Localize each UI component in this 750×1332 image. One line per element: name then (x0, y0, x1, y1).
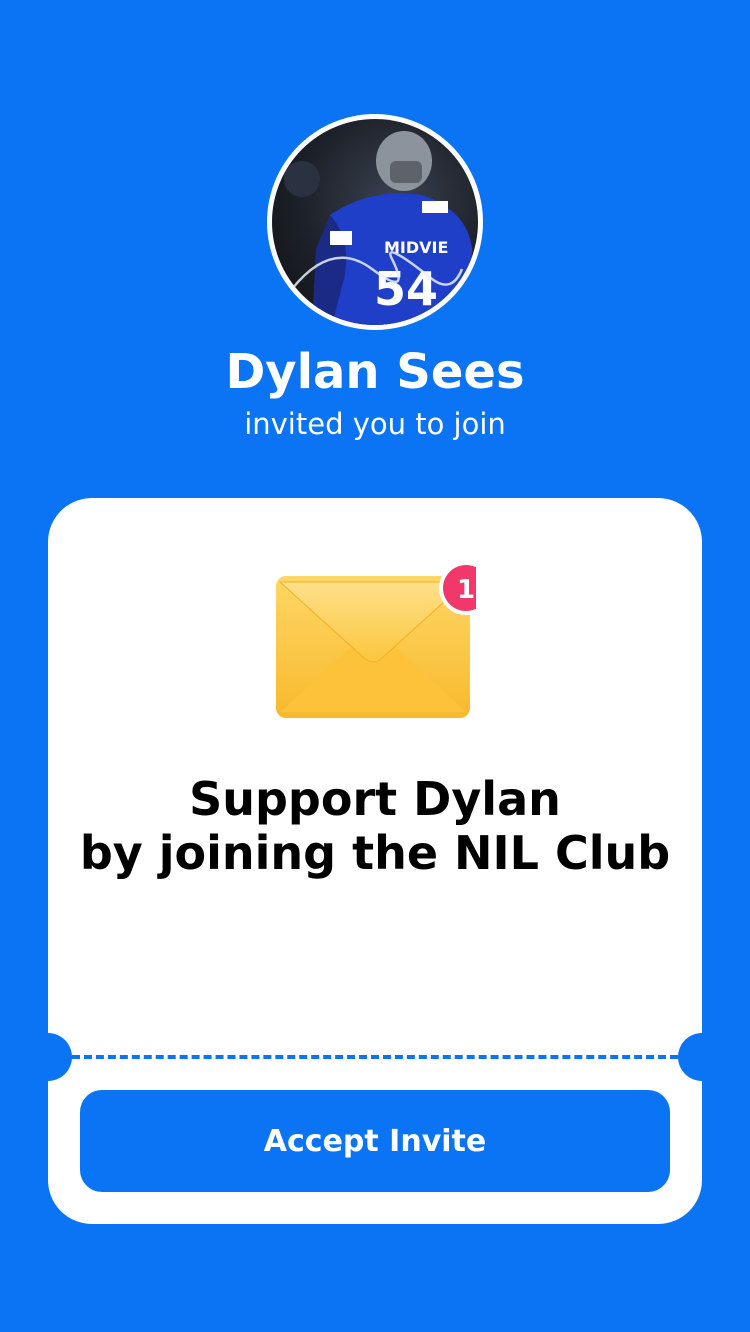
invite-subtitle: invited you to join (244, 407, 506, 441)
headline-line-2: by joining the NIL Club (79, 826, 671, 880)
svg-text:MIDVIE: MIDVIE (384, 238, 448, 257)
inviter-avatar: MIDVIE 54 (267, 114, 483, 330)
inviter-name: Dylan Sees (225, 344, 525, 400)
invite-card: 1 Support Dylan by joining the NIL Club … (24, 498, 726, 1224)
athlete-photo-icon: MIDVIE 54 (272, 119, 478, 325)
svg-text:54: 54 (374, 262, 438, 316)
headline-line-1: Support Dylan (189, 772, 561, 826)
ticket-notch-right (678, 1033, 726, 1081)
ticket-divider (72, 1055, 678, 1059)
accept-invite-button[interactable]: Accept Invite (80, 1090, 670, 1192)
card-headline: Support Dylan by joining the NIL Club (48, 772, 702, 880)
envelope-icon: 1 (276, 561, 493, 722)
ticket-notch-left (24, 1033, 72, 1081)
notification-count: 1 (457, 575, 475, 605)
